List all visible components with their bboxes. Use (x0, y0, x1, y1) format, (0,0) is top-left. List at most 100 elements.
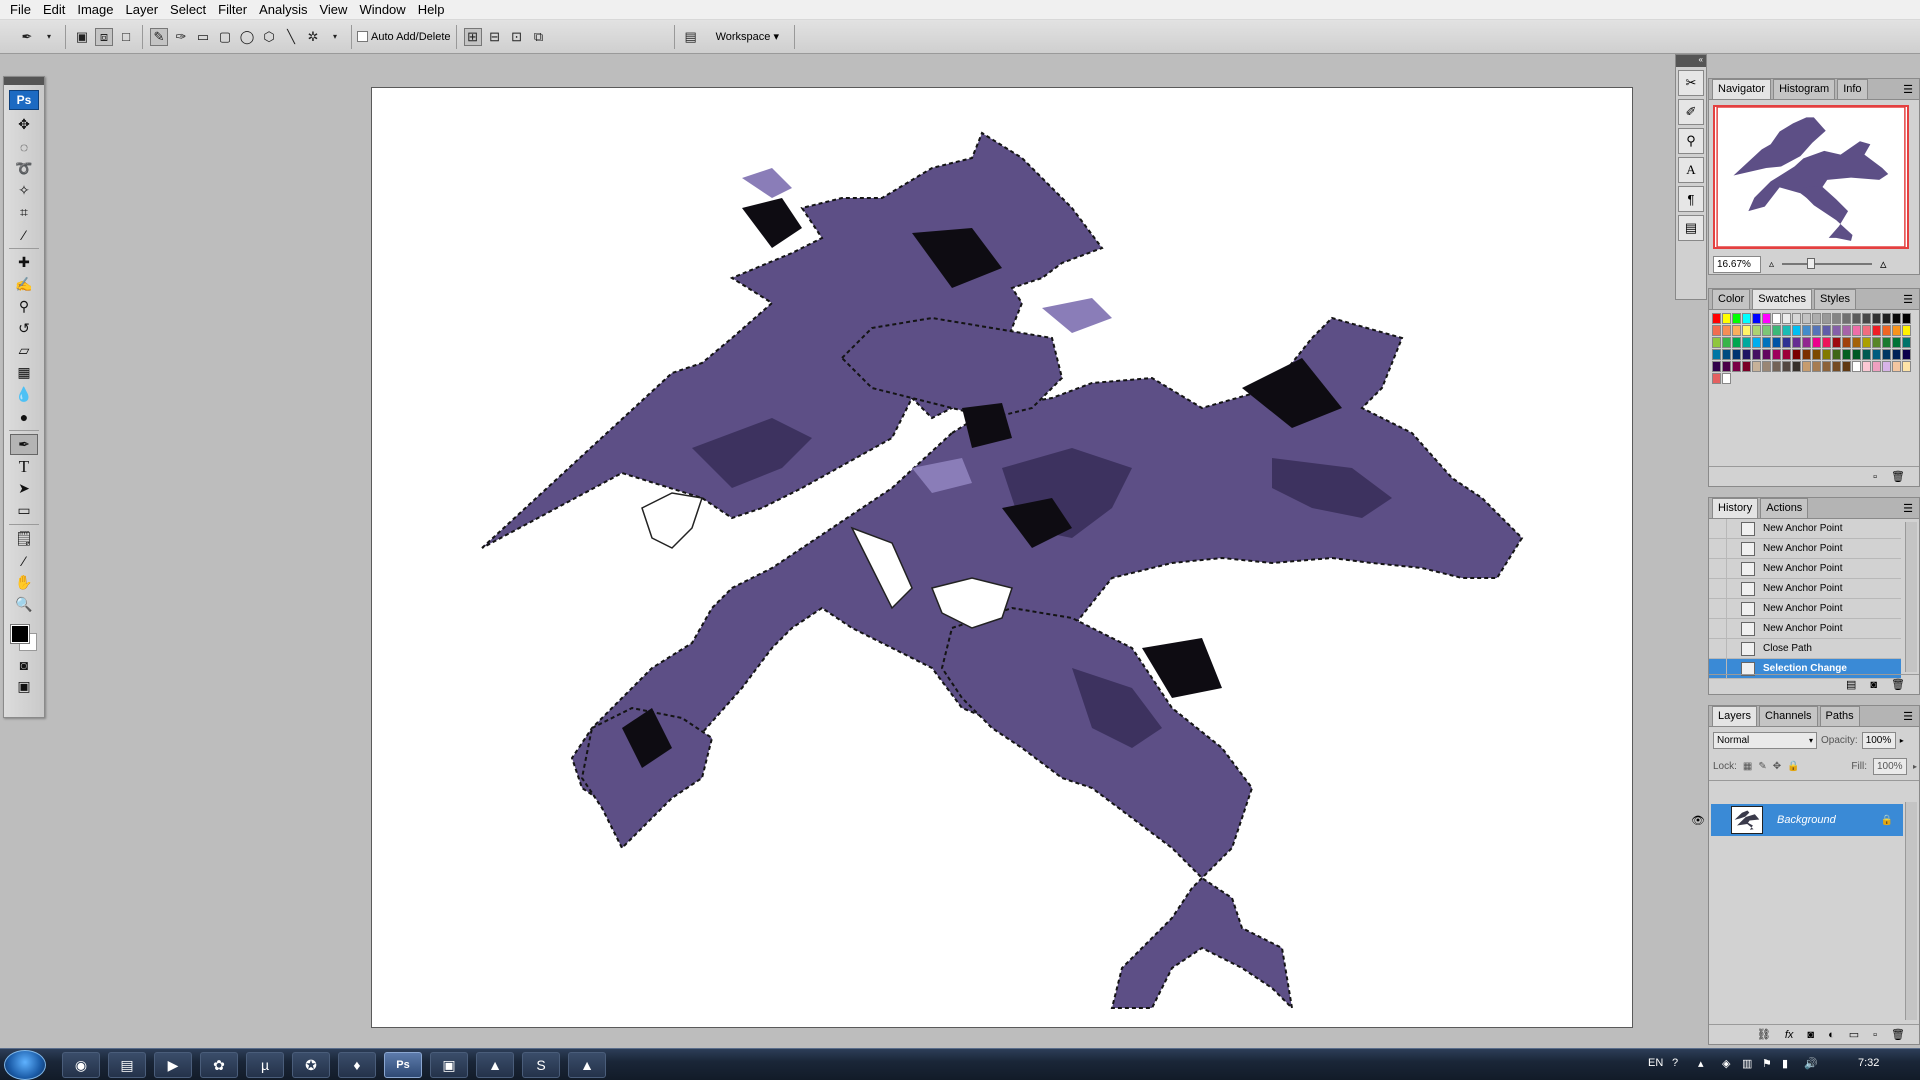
menu-filter[interactable]: Filter (212, 0, 253, 20)
color-swatch[interactable] (1872, 325, 1881, 336)
tray-expand-icon[interactable]: ▴ (1698, 1057, 1704, 1070)
intersect-path-area-icon[interactable]: ⊡ (508, 28, 526, 46)
color-swatch[interactable] (1822, 313, 1831, 324)
history-item[interactable]: New Anchor Point (1709, 539, 1901, 559)
color-swatch[interactable] (1772, 313, 1781, 324)
history-brush-tool-icon[interactable]: ↺ (10, 318, 38, 339)
color-swatch[interactable] (1772, 349, 1781, 360)
battery-icon[interactable]: ▮ (1782, 1057, 1788, 1070)
pen-preset-icon[interactable]: ✒ (18, 28, 36, 46)
color-swatch[interactable] (1762, 313, 1771, 324)
blur-tool-icon[interactable]: 💧 (10, 384, 38, 405)
auto-add-delete-checkbox[interactable] (357, 31, 368, 42)
tab-paths[interactable]: Paths (1819, 706, 1860, 726)
menu-file[interactable]: File (4, 0, 37, 20)
pen-icon[interactable]: ✎ (150, 27, 168, 46)
color-swatch[interactable] (1742, 349, 1751, 360)
move-tool-icon[interactable]: ✥ (10, 114, 38, 135)
type-tool-icon[interactable]: T (10, 456, 38, 477)
color-swatch[interactable] (1902, 337, 1911, 348)
color-swatch[interactable] (1832, 337, 1841, 348)
path-selection-tool-icon[interactable]: ➤ (10, 478, 38, 499)
color-swatch[interactable] (1732, 325, 1741, 336)
media-player-icon[interactable]: ▶ (154, 1052, 192, 1078)
color-swatch[interactable] (1842, 361, 1851, 372)
color-swatch[interactable] (1892, 337, 1901, 348)
color-swatch[interactable] (1842, 313, 1851, 324)
color-swatch[interactable] (1822, 361, 1831, 372)
history-item[interactable]: Close Path (1709, 639, 1901, 659)
color-swatch[interactable] (1882, 361, 1891, 372)
history-source-checkbox[interactable] (1709, 539, 1727, 558)
menu-layer[interactable]: Layer (120, 0, 165, 20)
color-swatch[interactable] (1802, 361, 1811, 372)
hand-tool-icon[interactable]: ✋ (10, 572, 38, 593)
action-center-icon[interactable]: ⚑ (1762, 1057, 1772, 1070)
tab-navigator[interactable]: Navigator (1712, 79, 1772, 99)
color-swatch[interactable] (1772, 325, 1781, 336)
color-swatch[interactable] (1712, 313, 1721, 324)
new-group-icon[interactable]: ▭ (1849, 1028, 1859, 1041)
paths-mode-icon[interactable]: ⧈ (95, 27, 113, 46)
clone-stamp-tool-icon[interactable]: ⚲ (10, 296, 38, 317)
color-swatch[interactable] (1802, 349, 1811, 360)
dodge-tool-icon[interactable]: ● (10, 406, 38, 427)
color-swatch[interactable] (1862, 361, 1871, 372)
eyedropper-tool-icon[interactable]: ⁄ (10, 224, 38, 245)
color-swatch[interactable] (1852, 337, 1861, 348)
shape-dropdown-icon[interactable]: ▾ (326, 28, 344, 46)
crop-tool-icon[interactable]: ⌗ (10, 202, 38, 223)
color-swatch[interactable] (1822, 337, 1831, 348)
character-icon[interactable]: A (1678, 157, 1704, 183)
lock-all-icon[interactable]: 🔒 (1787, 761, 1799, 772)
tab-histogram[interactable]: Histogram (1773, 79, 1836, 99)
color-swatch[interactable] (1732, 361, 1741, 372)
color-swatch[interactable] (1732, 313, 1741, 324)
vlc-icon[interactable]: ▲ (568, 1052, 606, 1078)
tab-info[interactable]: Info (1837, 79, 1868, 99)
zoom-tool-icon[interactable]: 🔍 (10, 594, 38, 615)
dock-collapse-icon[interactable]: « (1676, 55, 1706, 67)
color-swatch[interactable] (1882, 349, 1891, 360)
tab-color[interactable]: Color (1712, 289, 1751, 309)
color-swatch[interactable] (1752, 361, 1761, 372)
color-swatch[interactable] (1882, 337, 1891, 348)
color-swatch[interactable] (1872, 361, 1881, 372)
history-source-checkbox[interactable] (1709, 599, 1727, 618)
menu-window[interactable]: Window (353, 0, 411, 20)
color-swatch[interactable] (1902, 361, 1911, 372)
opacity-field[interactable]: 100% (1861, 732, 1896, 749)
panel-menu-icon[interactable]: ☰ (1903, 83, 1913, 96)
photoshop-taskbar-icon[interactable]: Ps (384, 1052, 422, 1078)
color-swatch[interactable] (1742, 313, 1751, 324)
exclude-path-area-icon[interactable]: ⧉ (530, 28, 548, 46)
color-swatch[interactable] (1842, 337, 1851, 348)
ellipse-icon[interactable]: ◯ (238, 28, 256, 46)
color-swatch[interactable] (1722, 325, 1731, 336)
history-item[interactable]: New Anchor Point (1709, 599, 1901, 619)
layer-row-background[interactable]: 👁 Background 🔒 (1691, 804, 1903, 836)
adjustment-layer-icon[interactable]: ◐ (1828, 1029, 1835, 1041)
game-app-icon[interactable]: ✪ (292, 1052, 330, 1078)
color-swatch[interactable] (1722, 349, 1731, 360)
color-swatch[interactable] (1712, 337, 1721, 348)
color-swatch[interactable] (1762, 349, 1771, 360)
menu-select[interactable]: Select (164, 0, 212, 20)
color-swatch[interactable] (1832, 325, 1841, 336)
tab-actions[interactable]: Actions (1760, 498, 1809, 518)
delete-layer-icon[interactable]: 🗑 (1891, 1028, 1905, 1041)
lasso-tool-icon[interactable]: ➰ (10, 158, 38, 179)
layer-style-icon[interactable]: fx (1785, 1029, 1794, 1041)
color-picker[interactable] (4, 619, 44, 653)
history-source-checkbox[interactable] (1709, 559, 1727, 578)
color-swatch[interactable] (1782, 349, 1791, 360)
eye-icon[interactable]: 👁 (1689, 814, 1707, 827)
start-button[interactable] (4, 1050, 46, 1080)
delete-state-icon[interactable]: 🗑 (1891, 678, 1905, 691)
notes-tool-icon[interactable]: 🗒 (10, 528, 38, 549)
screen-mode-icon[interactable]: ▣ (10, 676, 38, 697)
color-swatch[interactable] (1722, 361, 1731, 372)
healing-brush-tool-icon[interactable]: ✚ (10, 252, 38, 273)
color-swatch[interactable] (1722, 337, 1731, 348)
history-item[interactable]: New Anchor Point (1709, 559, 1901, 579)
